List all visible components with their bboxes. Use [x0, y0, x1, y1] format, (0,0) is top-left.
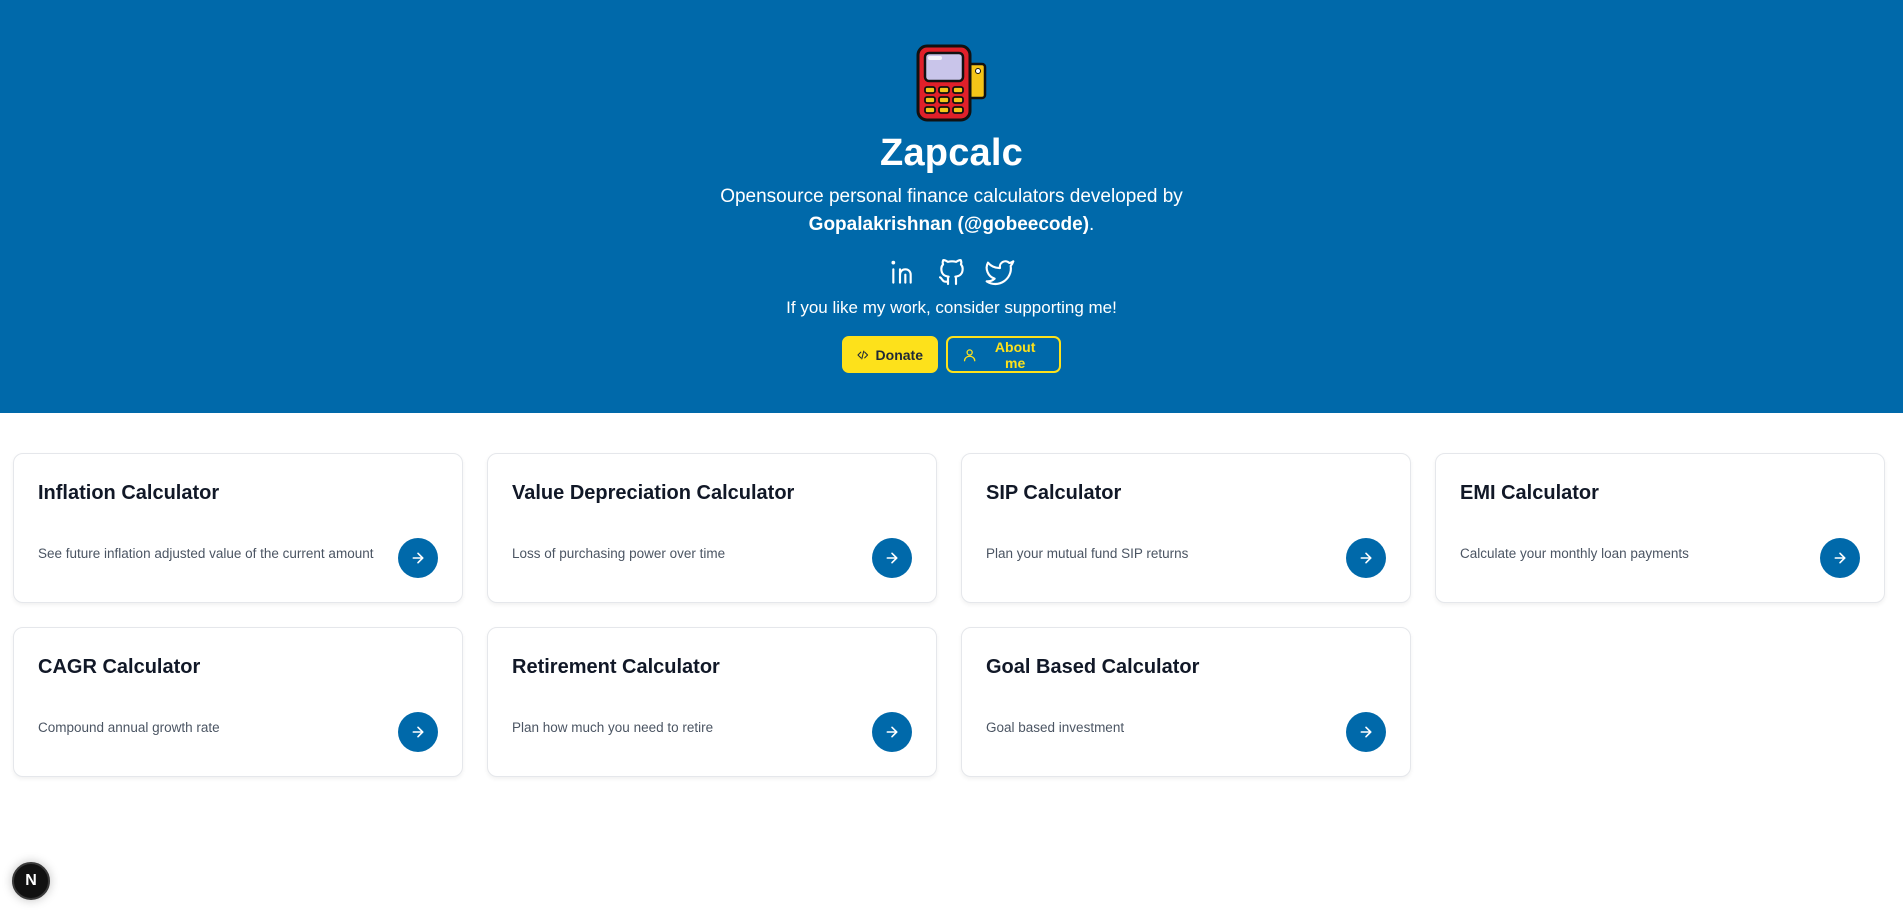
card-description: Goal based investment: [986, 720, 1125, 735]
card-description: Calculate your monthly loan payments: [1460, 546, 1689, 561]
hero-actions: Donate About me: [842, 336, 1061, 373]
card-description: Loss of purchasing power over time: [512, 546, 726, 561]
arrow-right-icon[interactable]: [872, 538, 912, 578]
hero-banner: Zapcalc Opensource personal finance calc…: [0, 0, 1903, 413]
dev-badge-label: N: [25, 872, 37, 889]
card-description: See future inflation adjusted value of t…: [38, 546, 374, 561]
subtitle-text: Opensource personal finance calculators …: [720, 186, 1183, 207]
twitter-link[interactable]: [983, 255, 1017, 289]
about-me-label: About me: [994, 338, 1036, 371]
site-title: Zapcalc: [880, 132, 1023, 174]
card-cagr-calculator[interactable]: CAGR Calculator Compound annual growth r…: [13, 627, 463, 777]
donate-button[interactable]: Donate: [842, 336, 938, 373]
card-title: Value Depreciation Calculator: [512, 482, 795, 504]
card-title: Inflation Calculator: [38, 482, 220, 504]
arrow-right-icon[interactable]: [1346, 538, 1386, 578]
card-title: SIP Calculator: [986, 482, 1122, 504]
linkedin-icon: [890, 260, 912, 284]
support-text: If you like my work, consider supporting…: [786, 298, 1117, 317]
dev-tools-badge[interactable]: N: [12, 862, 50, 900]
card-value-depreciation-calculator[interactable]: Value Depreciation Calculator Loss of pu…: [487, 453, 937, 603]
github-icon: [938, 259, 964, 286]
calculator-logo-icon: [915, 44, 989, 122]
user-icon: [963, 348, 976, 361]
about-me-button[interactable]: About me: [946, 336, 1061, 373]
arrow-right-icon[interactable]: [872, 712, 912, 752]
code-icon: [857, 350, 869, 359]
github-link[interactable]: [935, 255, 969, 289]
card-emi-calculator[interactable]: EMI Calculator Calculate your monthly lo…: [1435, 453, 1885, 603]
site-subtitle: Opensource personal finance calculators …: [720, 183, 1183, 239]
card-title: Goal Based Calculator: [986, 656, 1200, 678]
linkedin-link[interactable]: [887, 255, 921, 289]
arrow-right-icon[interactable]: [398, 538, 438, 578]
arrow-right-icon[interactable]: [1346, 712, 1386, 752]
card-title: CAGR Calculator: [38, 656, 201, 678]
card-description: Plan your mutual fund SIP returns: [986, 546, 1189, 561]
card-sip-calculator[interactable]: SIP Calculator Plan your mutual fund SIP…: [961, 453, 1411, 603]
card-title: Retirement Calculator: [512, 656, 720, 678]
card-description: Compound annual growth rate: [38, 720, 220, 735]
twitter-icon: [985, 260, 1014, 286]
card-inflation-calculator[interactable]: Inflation Calculator See future inflatio…: [13, 453, 463, 603]
social-links: [887, 255, 1017, 289]
donate-label: Donate: [875, 346, 923, 363]
card-title: EMI Calculator: [1460, 482, 1599, 504]
arrow-right-icon[interactable]: [1820, 538, 1860, 578]
card-goal-based-calculator[interactable]: Goal Based Calculator Goal based investm…: [961, 627, 1411, 777]
calculator-grid: Inflation Calculator See future inflatio…: [13, 453, 1885, 777]
arrow-right-icon[interactable]: [398, 712, 438, 752]
card-description: Plan how much you need to retire: [512, 720, 714, 735]
author-name: Gopalakrishnan (@gobeecode): [808, 214, 1090, 235]
author-suffix: .: [1089, 214, 1095, 235]
card-retirement-calculator[interactable]: Retirement Calculator Plan how much you …: [487, 627, 937, 777]
